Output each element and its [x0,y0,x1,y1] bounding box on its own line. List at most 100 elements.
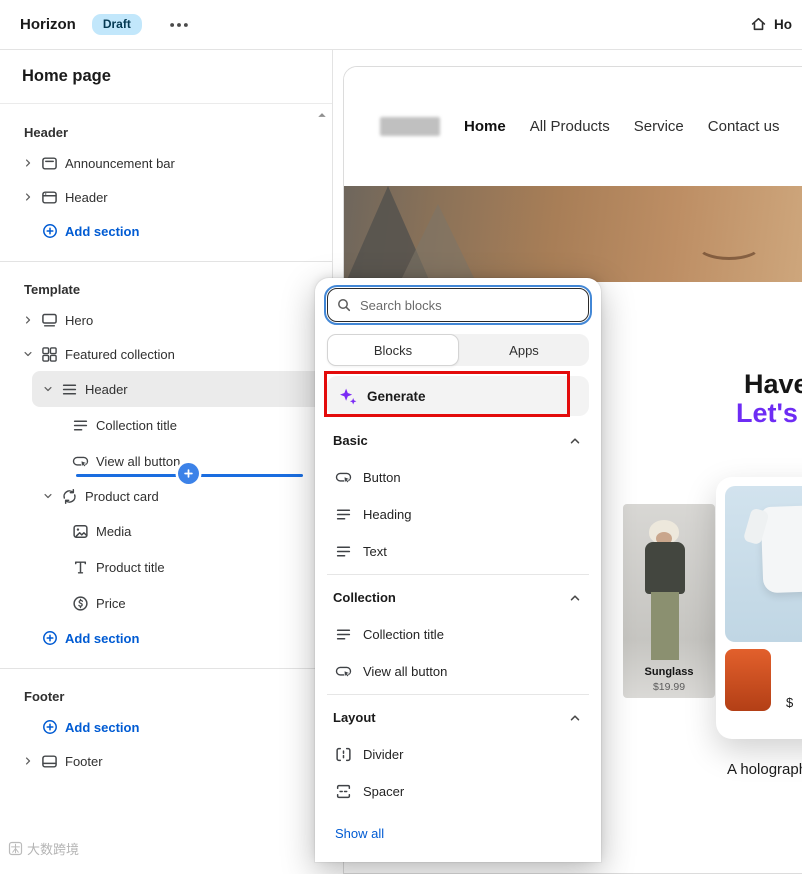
add-section-button-header[interactable]: Add section [0,214,332,248]
search-icon [336,297,352,313]
product-card-tshirt[interactable]: $ [716,477,802,739]
block-item-text[interactable]: Text [327,533,589,570]
block-item-spacer[interactable]: Spacer [327,773,589,810]
watermark: 大数跨境 [8,839,79,858]
collection-heading-line2: Let's br [736,398,802,428]
chevron-up-icon[interactable] [567,433,583,449]
scrollbar-up-arrow-icon[interactable] [317,110,327,120]
sidebar-item-collection-title[interactable]: Collection title [0,407,332,443]
generate-label: Generate [367,388,426,404]
collection-title-icon [72,417,89,434]
storefront-navbar: Home All Products Service Contact us [344,67,802,186]
block-item-label: Heading [363,507,412,522]
add-section-button-footer[interactable]: Add section [0,710,332,744]
group-label-template: Template [24,281,81,297]
insert-block-button[interactable] [178,463,199,484]
product-photo [725,486,802,642]
sidebar-item-label: Product title [96,559,165,575]
product-photo-shape [651,592,679,660]
sidebar-item-product-card[interactable]: Product card [32,479,322,513]
search-blocks-input[interactable] [323,284,593,326]
editor-topbar: Horizon Draft Ho [0,0,802,50]
nav-link-home[interactable]: Home [464,118,506,135]
block-item-heading[interactable]: Heading [327,496,589,533]
product-card-sunglasses[interactable]: Sunglass $19.99 [623,504,715,698]
sidebar-item-featured-collection[interactable]: Featured collection [0,337,332,371]
block-item-collection-title[interactable]: Collection title [327,616,589,653]
store-logo[interactable] [380,117,440,136]
sidebar-item-hero[interactable]: Hero [0,303,332,337]
sidebar-divider [0,668,332,669]
sidebar-item-header-block[interactable]: Header [32,371,322,407]
product-price: $ [786,695,794,710]
block-item-view-all-button[interactable]: View all button [327,653,589,690]
home-icon [750,16,767,33]
footer-section-icon [41,753,58,770]
chevron-right-icon[interactable] [20,155,36,171]
plus-icon [183,468,194,479]
plus-circle-icon [42,630,58,646]
hero-shape-triangle-light [400,204,476,282]
product-caption: A holograph [727,761,802,778]
chevron-down-icon[interactable] [20,346,36,362]
sidebar-item-price[interactable]: Price [0,585,332,621]
sidebar-item-product-title[interactable]: Product title [0,549,332,585]
block-group-label: Collection [333,590,396,605]
tab-blocks[interactable]: Blocks [327,334,459,366]
show-all-link[interactable]: Show all [327,814,589,852]
popup-tabs: Blocks Apps [327,334,589,366]
sidebar-item-media[interactable]: Media [0,513,332,549]
chevron-up-icon[interactable] [567,590,583,606]
more-actions-icon[interactable] [168,14,190,36]
sidebar-item-footer-section[interactable]: Footer [0,744,332,778]
text-icon [335,543,352,560]
add-section-label: Add section [65,630,140,646]
sidebar-item-announcement-bar[interactable]: Announcement bar [0,146,332,180]
watermark-logo-icon [8,841,23,856]
page-selector-label: Ho [774,17,792,32]
add-section-button-template[interactable]: Add section [0,621,332,655]
chevron-right-icon[interactable] [20,189,36,205]
block-group-label: Layout [333,710,376,725]
sidebar-item-label: Price [96,595,126,611]
chevron-right-icon[interactable] [20,312,36,328]
chevron-down-icon[interactable] [40,488,56,504]
page-title: Home page [0,50,332,104]
search-field-wrap [323,284,593,326]
block-group-collection[interactable]: Collection [327,579,589,616]
draft-status-badge: Draft [91,14,142,35]
block-item-divider[interactable]: Divider [327,736,589,773]
chevron-up-icon[interactable] [567,710,583,726]
sidebar-item-label: View all button [96,453,181,469]
nav-link-service[interactable]: Service [634,118,684,135]
generate-row-wrap: Generate [324,371,589,417]
block-item-button[interactable]: Button [327,459,589,496]
add-section-label: Add section [65,223,140,239]
theme-title: Horizon [20,16,76,33]
sidebar-item-header-section[interactable]: Header [0,180,332,214]
block-group-layout[interactable]: Layout [327,699,589,736]
nav-link-contact-us[interactable]: Contact us [708,118,780,135]
block-group-basic[interactable]: Basic [327,422,589,459]
sections-sidebar: Home page Header Announcement bar Header… [0,50,333,862]
featured-collection-icon [41,346,58,363]
group-label-header: Header [24,124,69,140]
spacer-icon [335,783,352,800]
product-photo-thumbnail [725,649,771,711]
price-icon [72,595,89,612]
heading-icon [335,506,352,523]
nav-link-all-products[interactable]: All Products [530,118,610,135]
product-title-icon [72,559,89,576]
block-item-label: View all button [363,664,448,679]
chevron-down-icon[interactable] [40,381,56,397]
sidebar-item-label: Featured collection [65,346,175,362]
view-all-button-icon [72,453,89,470]
tab-apps[interactable]: Apps [459,334,589,366]
chevron-right-icon[interactable] [20,753,36,769]
page-selector[interactable]: Ho [750,16,792,33]
sidebar-item-label: Header [85,381,128,397]
generate-button[interactable]: Generate [327,376,589,416]
popup-divider [327,694,589,695]
collection-heading-line1: Have [744,369,802,399]
block-list: Basic Button Heading Text Collection Col… [327,422,589,852]
